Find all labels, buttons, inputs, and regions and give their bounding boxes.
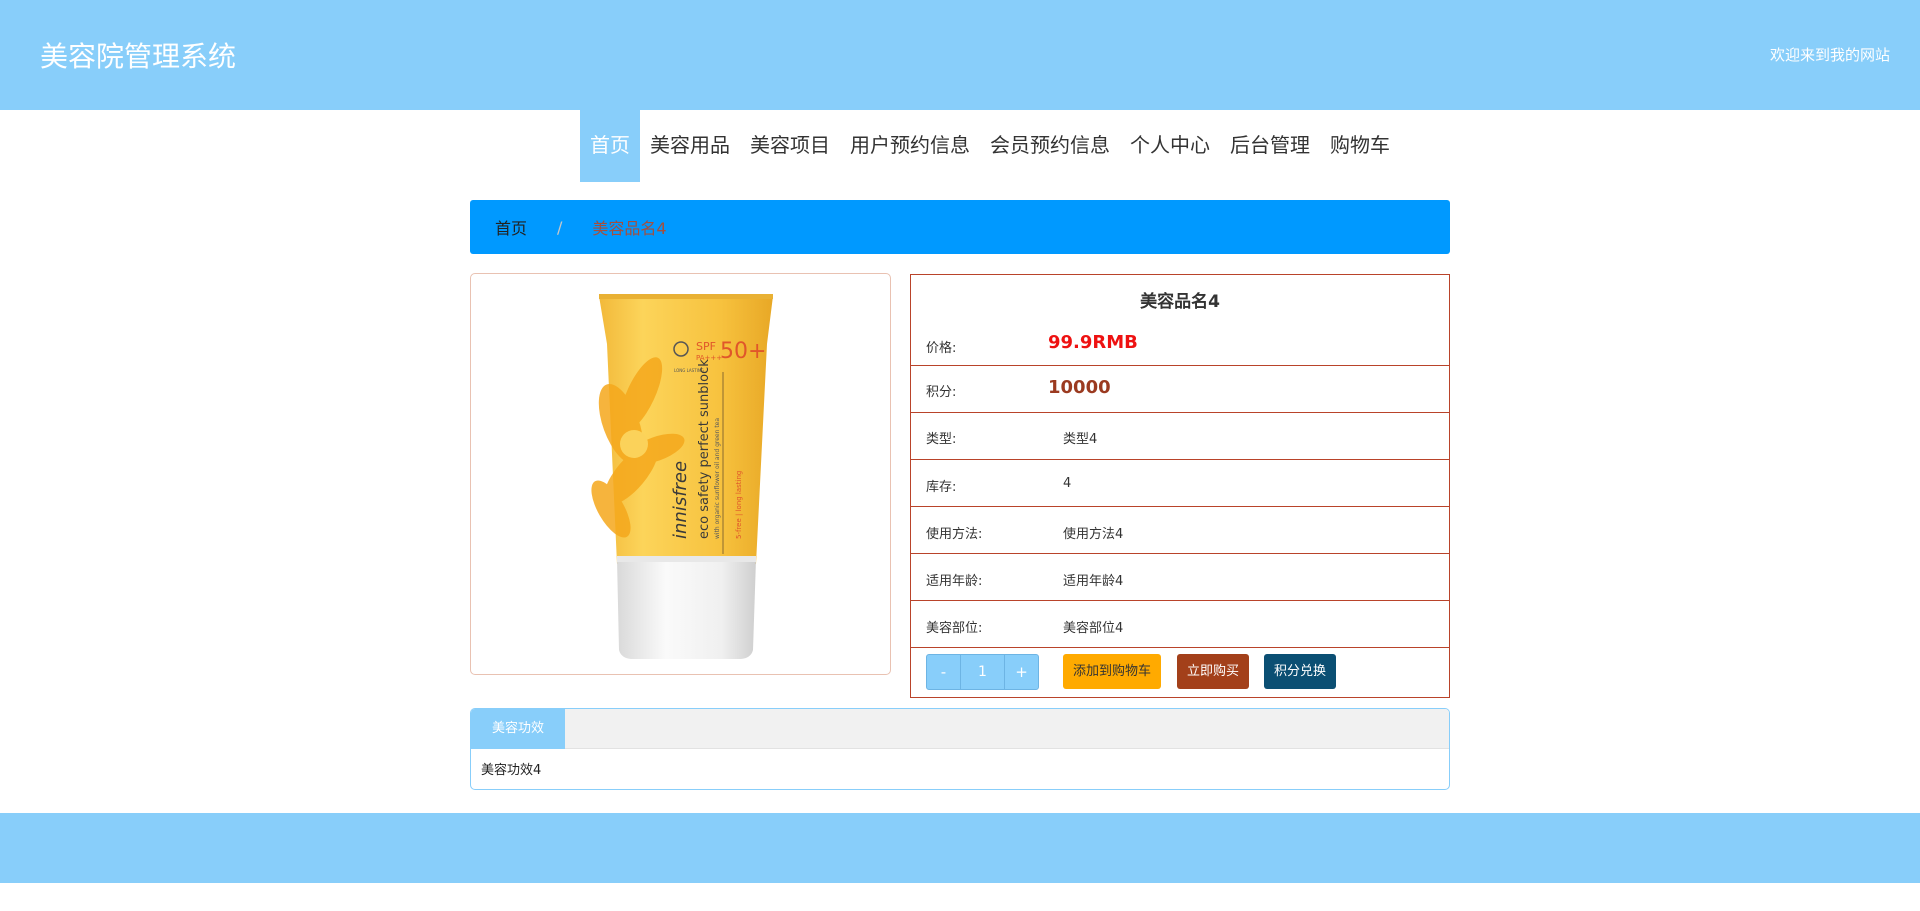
add-to-cart-button[interactable]: 添加到购物车 (1063, 654, 1162, 689)
nav-item-beauty-products[interactable]: 美容用品 (640, 110, 740, 182)
buy-now-button[interactable]: 立即购买 (1177, 654, 1250, 689)
nav-item-home[interactable]: 首页 (580, 110, 640, 182)
image-product-line: eco safety perfect sunblock (697, 359, 712, 539)
nav-item-member-appointments[interactable]: 会员预约信息 (980, 110, 1120, 182)
nav-item-admin[interactable]: 后台管理 (1220, 110, 1320, 182)
nav-item-personal-center[interactable]: 个人中心 (1120, 110, 1220, 182)
price-value: 99.9RMB (1048, 332, 1138, 353)
quantity-value[interactable]: 1 (960, 655, 1005, 689)
stock-value: 4 (1063, 476, 1072, 491)
detail-row-part: 美容部位: 美容部位4 (911, 601, 1449, 648)
product-image: LONG LASTING SPF PA+++ 50+ innisfree eco… (470, 273, 891, 675)
price-label: 价格: (926, 341, 957, 356)
effect-tab-panel: 美容功效 美容功效4 (470, 708, 1450, 790)
tab-bar: 美容功效 (471, 709, 1449, 749)
image-spf-value: 50+ (720, 339, 766, 364)
detail-row-stock: 库存: 4 (911, 460, 1449, 507)
age-value: 适用年龄4 (1063, 574, 1124, 589)
welcome-text: 欢迎来到我的网站 (1769, 46, 1890, 64)
nav-item-user-appointments[interactable]: 用户预约信息 (840, 110, 980, 182)
points-exchange-button[interactable]: 积分兑换 (1264, 654, 1337, 689)
quantity-minus-button[interactable]: - (927, 655, 960, 689)
nav-item-beauty-projects[interactable]: 美容项目 (740, 110, 840, 182)
site-title[interactable]: 美容院管理系统 (40, 35, 236, 75)
usage-value: 使用方法4 (1063, 527, 1124, 542)
breadcrumb-current: 美容品名4 (592, 219, 667, 238)
breadcrumb-home[interactable]: 首页 (495, 215, 527, 239)
tab-content: 美容功效4 (481, 763, 542, 778)
image-spf: SPF (696, 340, 716, 353)
age-label: 适用年龄: (926, 574, 983, 589)
points-value: 10000 (1048, 377, 1111, 398)
points-label: 积分: (926, 385, 957, 400)
usage-label: 使用方法: (926, 527, 983, 542)
type-label: 类型: (926, 432, 957, 447)
tab-beauty-effect[interactable]: 美容功效 (471, 709, 565, 749)
type-value: 类型4 (1063, 432, 1098, 447)
detail-row-type: 类型: 类型4 (911, 413, 1449, 460)
quantity-plus-button[interactable]: + (1005, 655, 1038, 689)
breadcrumb-separator: / (557, 217, 563, 237)
detail-row-usage: 使用方法: 使用方法4 (911, 507, 1449, 554)
stock-label: 库存: (926, 480, 957, 495)
detail-row-points: 积分: 10000 (911, 366, 1449, 413)
footer (0, 813, 1920, 883)
image-product-feature: 5-free | long lasting (735, 471, 743, 539)
quantity-stepper: - 1 + (926, 654, 1039, 690)
detail-row-title-price: 美容品名4 价格: 99.9RMB (911, 275, 1449, 366)
product-details: 美容品名4 价格: 99.9RMB 积分: 10000 类型: 类型4 库存: … (910, 274, 1450, 698)
nav-item-cart[interactable]: 购物车 (1320, 110, 1400, 182)
image-brand: innisfree (670, 461, 691, 539)
sunscreen-tube-image: LONG LASTING SPF PA+++ 50+ innisfree eco… (591, 294, 773, 659)
breadcrumb: 首页 / 美容品名4 (470, 200, 1450, 254)
detail-row-age: 适用年龄: 适用年龄4 (911, 554, 1449, 601)
main-nav: 首页 美容用品 美容项目 用户预约信息 会员预约信息 个人中心 后台管理 购物车 (0, 110, 1920, 182)
part-value: 美容部位4 (1063, 621, 1124, 636)
product-name: 美容品名4 (1140, 292, 1220, 312)
part-label: 美容部位: (926, 621, 983, 636)
header: 美容院管理系统 欢迎来到我的网站 (0, 0, 1920, 110)
image-product-subline: with organic sunflower oil and green tea (714, 418, 721, 539)
